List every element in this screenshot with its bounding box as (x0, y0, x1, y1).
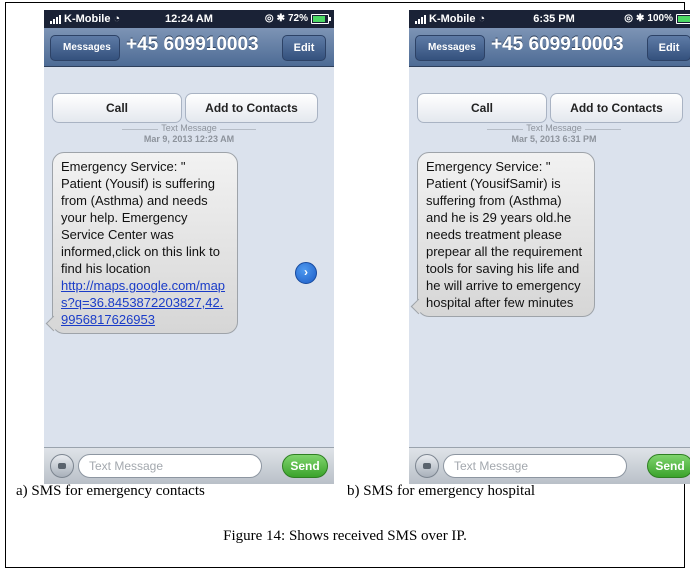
edit-button[interactable]: Edit (647, 35, 690, 61)
message-input-bar: Text Message Send (44, 447, 334, 484)
message-bubble: Emergency Service: " Patient (YousifSami… (410, 152, 595, 317)
send-button[interactable]: Send (282, 454, 328, 478)
message-text: Emergency Service: " Patient (Yousif) is… (61, 159, 220, 276)
battery-icon (676, 13, 690, 24)
text-message-input[interactable]: Text Message (443, 454, 627, 478)
message-timestamp: Mar 9, 2013 12:23 AM (143, 134, 235, 144)
contact-number-title: +45 609910003 (126, 34, 259, 55)
add-to-contacts-button[interactable]: Add to Contacts (185, 93, 318, 123)
battery-icon (311, 13, 331, 24)
message-type-label: Text Message (44, 123, 334, 133)
disclosure-arrow-icon[interactable]: › (295, 262, 317, 284)
bubble-tail (410, 298, 427, 315)
message-type-label: Text Message (409, 123, 690, 133)
subfigure-caption-b: b) SMS for emergency hospital (347, 483, 536, 499)
location-link[interactable]: http://maps.google.com/maps?q=36.8453872… (61, 278, 225, 327)
nav-bar: Messages +45 609910003 Edit (44, 28, 334, 67)
phone-screenshot-b: K-Mobile ◔ 6:35 PM ◎ ✱ 100% Messages +45… (409, 10, 690, 484)
status-bar: K-Mobile ◔ 12:24 AM ◎ ✱ 72% (44, 10, 334, 28)
bluetooth-icon: ✱ (636, 13, 645, 24)
message-bubble: Emergency Service: " Patient (Yousif) is… (45, 152, 238, 334)
phone-screenshot-a: K-Mobile ◔ 12:24 AM ◎ ✱ 72% Messages +45… (44, 10, 334, 484)
contact-number-title: +45 609910003 (491, 34, 624, 55)
status-bar: K-Mobile ◔ 6:35 PM ◎ ✱ 100% (409, 10, 690, 28)
message-timestamp: Mar 5, 2013 6:31 PM (511, 134, 597, 144)
lock-rotation-icon: ◎ (264, 13, 274, 24)
subfigure-caption-a: a) SMS for emergency contacts (16, 483, 205, 499)
messages-back-button[interactable]: Messages (415, 35, 485, 61)
bubble-tail (45, 315, 62, 332)
send-button[interactable]: Send (647, 454, 690, 478)
lock-rotation-icon: ◎ (624, 13, 634, 24)
message-text: Emergency Service: " Patient (YousifSami… (426, 159, 583, 310)
battery-percent: 72% (287, 13, 308, 24)
text-message-input[interactable]: Text Message (78, 454, 262, 478)
camera-icon[interactable] (50, 454, 74, 478)
battery-percent: 100% (647, 13, 673, 24)
call-button[interactable]: Call (52, 93, 182, 123)
call-button[interactable]: Call (417, 93, 547, 123)
messages-back-button[interactable]: Messages (50, 35, 120, 61)
edit-button[interactable]: Edit (282, 35, 326, 61)
figure-caption: Figure 14: Shows received SMS over IP. (223, 528, 467, 544)
camera-icon[interactable] (415, 454, 439, 478)
message-input-bar: Text Message Send (409, 447, 690, 484)
nav-bar: Messages +45 609910003 Edit (409, 28, 690, 67)
bluetooth-icon: ✱ (276, 13, 285, 24)
add-to-contacts-button[interactable]: Add to Contacts (550, 93, 683, 123)
